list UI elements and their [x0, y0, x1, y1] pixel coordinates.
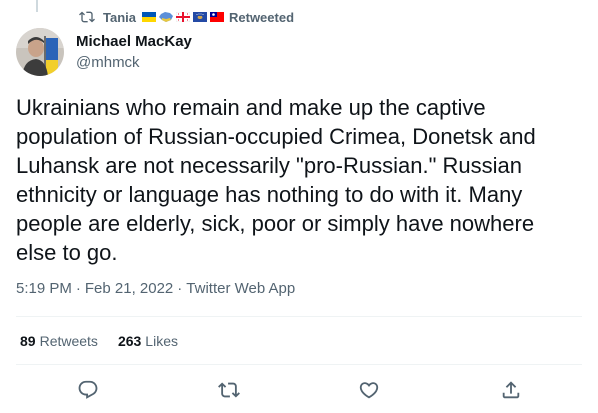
meta-separator: ·: [177, 279, 183, 297]
share-icon: [502, 381, 520, 399]
share-button[interactable]: [500, 379, 522, 401]
thread-connector-line: [36, 0, 38, 12]
divider: [16, 364, 582, 365]
retweet-icon: [218, 382, 240, 398]
retweets-stat[interactable]: 89 Retweets: [20, 333, 98, 349]
reply-icon: [78, 380, 98, 399]
avatar-photo: [16, 28, 64, 76]
tweet-date[interactable]: Feb 21, 2022: [85, 280, 173, 297]
georgia-flag: [176, 12, 190, 22]
retweeter-name[interactable]: Tania: [103, 10, 136, 25]
likes-label: Likes: [145, 333, 178, 349]
tweet-text: Ukrainians who remain and make up the ca…: [16, 95, 536, 265]
likes-stat[interactable]: 263 Likes: [118, 333, 178, 349]
meta-separator: ·: [75, 279, 81, 297]
kosovo-flag: [193, 12, 207, 22]
retweets-label: Retweets: [39, 333, 98, 349]
taiwan-flag: [210, 12, 224, 22]
social-context: Tania Retweeted: [79, 8, 294, 26]
tweet-source[interactable]: Twitter Web App: [186, 280, 295, 297]
retweets-count: 89: [20, 333, 36, 349]
reply-button[interactable]: [77, 379, 99, 401]
retweet-button[interactable]: [218, 379, 240, 401]
likes-count: 263: [117, 333, 142, 349]
like-button[interactable]: [358, 379, 380, 401]
ukraine-flag: [142, 12, 156, 22]
like-icon: [359, 382, 379, 399]
tweet-actions: [0, 375, 598, 405]
divider: [16, 316, 582, 317]
ukraine-map-flag: [159, 12, 173, 22]
author-name[interactable]: Michael MacKay: [76, 33, 192, 50]
tweet-stats: 89 Retweets 263 Likes: [20, 332, 198, 350]
author-handle[interactable]: @mhmck: [76, 54, 140, 71]
retweeted-label: Retweeted: [229, 9, 295, 25]
retweet-icon: [79, 11, 95, 23]
avatar[interactable]: [16, 28, 64, 76]
tweet-meta: 5:19 PM · Feb 21, 2022 · Twitter Web App: [16, 278, 295, 298]
tweet-time[interactable]: 5:19 PM: [16, 280, 72, 297]
